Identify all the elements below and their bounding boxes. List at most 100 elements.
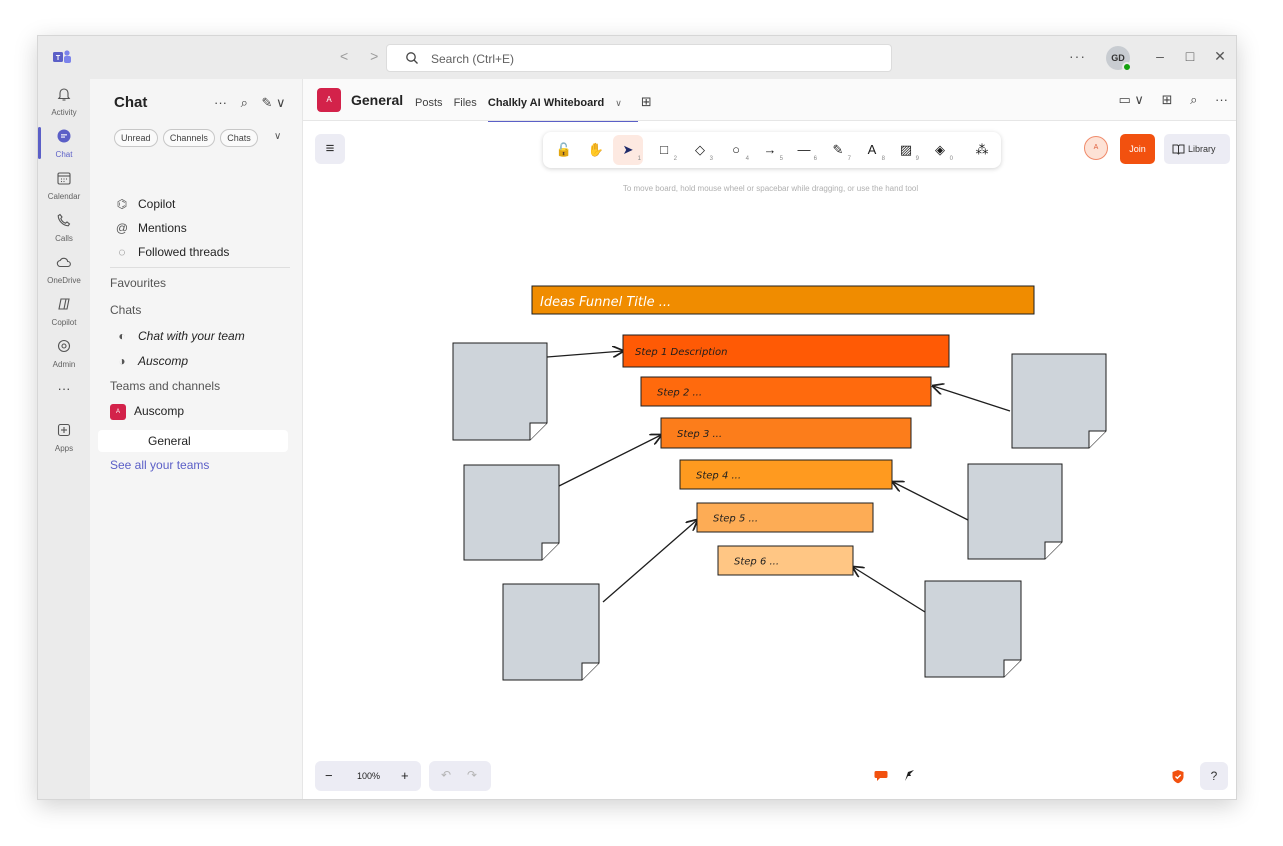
connector-arrow[interactable] [933,386,1011,412]
chat-bubble-icon[interactable] [874,770,888,782]
filter-channels[interactable]: Channels [162,129,215,147]
rail-calls[interactable]: Calls [38,209,90,249]
rail-more[interactable]: ··· [38,381,90,421]
collaborator-avatar[interactable]: A [1084,136,1108,160]
search-input[interactable]: Search (Ctrl+E) [386,44,892,72]
diamond-tool-icon[interactable]: ◇ 3 [685,135,715,165]
connector-arrow[interactable] [602,520,697,603]
hand-tool-icon[interactable]: ✋ [581,135,611,165]
library-button[interactable]: Library [1164,134,1230,164]
header-search-icon[interactable]: ⌕ [1190,92,1197,107]
add-tab-button[interactable]: ⊞ [641,94,652,109]
help-button[interactable]: ? [1200,762,1228,790]
user-avatar[interactable]: GD [1106,46,1132,72]
undo-button[interactable]: ↶ [441,768,451,782]
more-options-button[interactable]: ··· [1069,48,1086,64]
forward-button[interactable]: > [370,48,378,64]
connector-arrow[interactable] [893,482,969,521]
apps-grid-icon[interactable]: ⊞ [1162,92,1173,107]
quick-followed-threads[interactable]: ◌ Followed threads [114,243,229,261]
eraser-tool-icon[interactable]: ◈ 0 [925,135,955,165]
close-button[interactable]: ✕ [1210,48,1230,65]
filter-chevron-down-icon[interactable]: ∨ [274,131,281,142]
lock-icon[interactable]: 🔓 [549,135,579,165]
tab-chalkly-whiteboard[interactable]: Chalkly AI Whiteboard ∨ [488,97,630,109]
back-button[interactable]: < [340,48,348,64]
rail-label: OneDrive [47,276,81,285]
copilot-icon: ⌬ [116,197,128,211]
chalkly-logo-icon[interactable] [902,768,916,782]
main-menu-button[interactable]: ≡ [315,134,345,164]
rail-onedrive[interactable]: OneDrive [38,251,90,291]
rail-admin[interactable]: Admin [38,335,90,375]
tab-files[interactable]: Files [454,97,477,109]
rail-label: Calls [55,234,73,243]
chat-item-auscomp[interactable]: ◑ Auscomp [114,352,188,370]
chat-pane-title: Chat [114,94,148,111]
channel-general[interactable]: General [98,430,288,452]
text-tool-icon[interactable]: A8 [857,135,887,165]
rail-label: Calendar [47,192,81,201]
more-shapes-icon[interactable]: ⁂ [967,135,997,165]
team-auscomp[interactable]: A Auscomp [110,402,184,420]
filter-chats[interactable]: Chats [220,129,258,147]
new-chat-icon[interactable]: ✎ ∨ [262,95,286,110]
user-initials: GD [1111,53,1125,63]
tool-glyph: ○ [732,142,740,157]
chat-filters: Unread Channels Chats ∨ [114,129,281,147]
tab-posts[interactable]: Posts [415,97,443,109]
chats-heading[interactable]: Chats [110,303,141,317]
see-all-teams-link[interactable]: See all your teams [110,456,209,474]
connector-arrow[interactable] [546,351,623,357]
whiteboard-canvas[interactable]: Ideas Funnel Title ... Step 1 Description… [303,122,1236,799]
quick-copilot[interactable]: ⌬ Copilot [114,195,176,213]
arrow-tool-icon[interactable]: → 5 [755,135,785,165]
redo-button[interactable]: ↷ [467,768,477,782]
video-call-icon[interactable]: ▭ ∨ [1119,92,1144,107]
chat-more-button[interactable]: ··· [214,95,227,110]
join-button[interactable]: Join [1120,134,1155,164]
funnel-step-label: Step 1 Description [635,347,727,358]
pencil-tool-icon[interactable]: ✎ 7 [823,135,853,165]
chat-search-icon[interactable]: ⌕ [241,95,248,110]
tool-glyph: □ [660,142,668,157]
rail-label: Chat [55,150,73,159]
chat-item-label: Auscomp [138,354,189,368]
rail-calendar[interactable]: Calendar [38,167,90,207]
filter-unread[interactable]: Unread [114,129,158,147]
image-tool-icon[interactable]: ▨ 9 [891,135,921,165]
maximize-button[interactable]: □ [1180,48,1200,64]
connector-arrow[interactable] [558,435,661,487]
header-more-icon[interactable]: ··· [1215,92,1228,107]
funnel-step-label: Step 2 ... [657,388,702,399]
selection-tool-icon[interactable]: ➤ 1 [613,135,643,165]
favourites-heading[interactable]: Favourites [110,276,166,290]
tool-glyph: ➤ [622,142,634,157]
quick-label: Followed threads [138,245,230,259]
rail-apps[interactable]: Apps [38,419,90,459]
rail-activity[interactable]: Activity [38,83,90,123]
minimize-button[interactable]: – [1150,48,1170,64]
zoom-in-button[interactable]: + [401,768,409,783]
cloud-icon [56,257,71,268]
tool-glyph: ✋ [587,142,605,157]
ellipse-tool-icon[interactable]: ○ 4 [721,135,751,165]
shield-check-icon[interactable] [1171,769,1185,784]
rectangle-tool-icon[interactable]: □ 2 [649,135,679,165]
group-avatar-icon: ◑ [118,354,126,368]
drawing-toolbar: 🔓 ✋ ➤ 1 □ 2 ◇ 3 ○ 4 → 5—6 ✎ 7 A 8 ▨ 9 ◈ 0 ⁂ [543,132,1001,168]
zoom-level[interactable]: 100% [357,771,380,781]
connector-arrow[interactable] [853,567,926,613]
rail-label: Apps [54,444,74,453]
funnel-step-label: Step 4 ... [696,471,741,482]
rail-label: Activity [51,108,77,117]
rail-chat[interactable]: Chat [38,125,90,165]
quick-mentions[interactable]: @ Mentions [114,219,187,237]
line-tool-icon[interactable]: —6 [789,135,819,165]
rail-copilot[interactable]: Copilot [38,293,90,333]
chat-pane: Chat ··· ⌕ ✎ ∨ Unread Channels Chats ∨ ⌬… [90,79,303,799]
chat-item-team[interactable]: ◐ Chat with your team [114,327,244,345]
zoom-out-button[interactable]: − [325,768,333,783]
teams-heading[interactable]: Teams and channels [110,379,220,393]
tool-shortcut: 5 [779,156,783,162]
